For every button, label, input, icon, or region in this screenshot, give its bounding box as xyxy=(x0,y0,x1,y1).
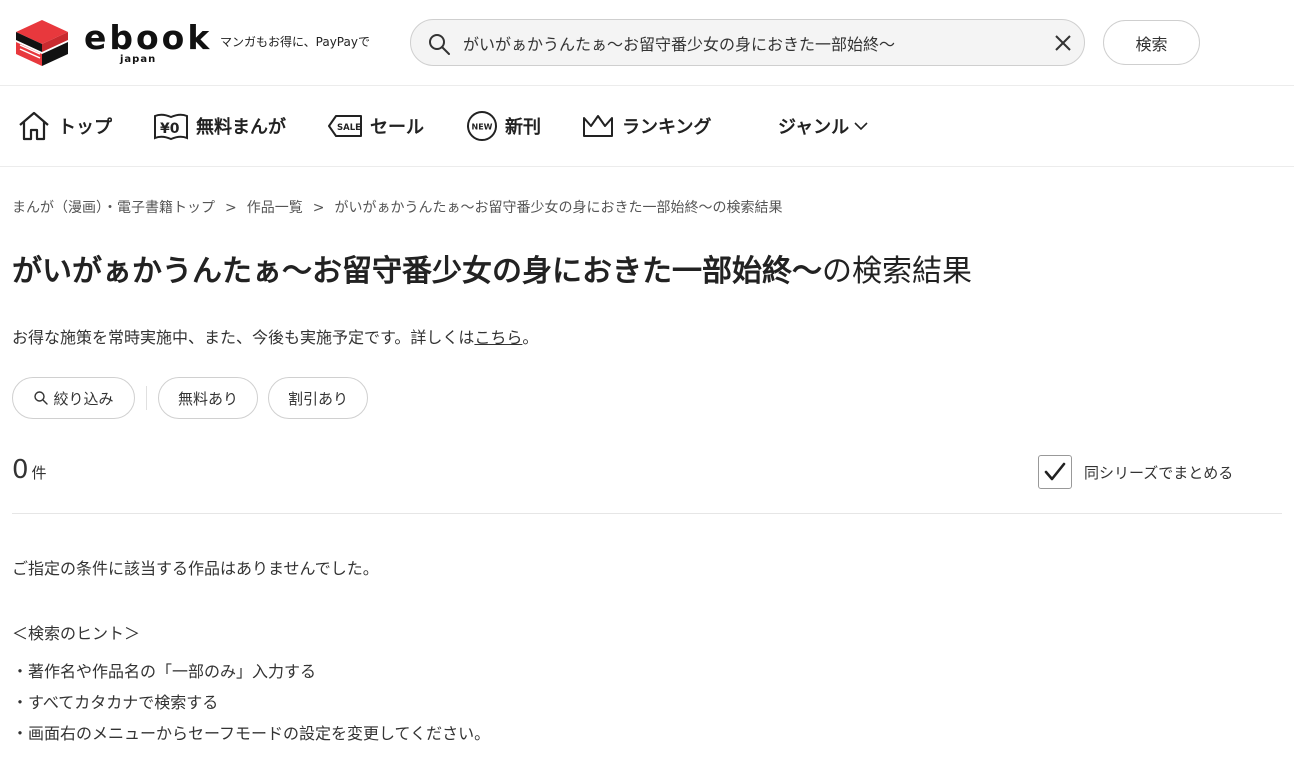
nav-item-genre[interactable]: ジャンル xyxy=(778,108,869,144)
search-icon xyxy=(34,391,49,405)
hint-item: ・著作名や作品名の「一部のみ」入力する xyxy=(12,662,317,681)
checkmark-icon xyxy=(1044,462,1066,481)
breadcrumb-link-list[interactable]: 作品一覧 xyxy=(247,200,303,216)
nav-item-new[interactable]: NEW 新刊 xyxy=(465,108,541,144)
nav-label: 新刊 xyxy=(505,117,541,138)
notice-link[interactable]: こちら xyxy=(474,328,522,347)
nav-item-top[interactable]: トップ xyxy=(16,108,112,144)
title-suffix: の検索結果 xyxy=(822,254,972,289)
hint-item: ・すべてカタカナで検索する xyxy=(12,693,219,712)
discount-filter-chip[interactable]: 割引あり xyxy=(268,377,368,419)
logo-wordmark: ebook xyxy=(84,18,213,57)
free-filter-chip[interactable]: 無料あり xyxy=(158,377,258,419)
search-box xyxy=(410,19,1085,66)
no-result-message: ご指定の条件に該当する作品はありませんでした。 xyxy=(12,559,379,578)
svg-text:NEW: NEW xyxy=(472,123,493,132)
header-tagline: マンガもお得に、PayPayで xyxy=(220,35,370,49)
nav-item-free[interactable]: ¥0 無料まんが xyxy=(152,108,286,144)
svg-text:¥0: ¥0 xyxy=(160,121,180,137)
home-icon xyxy=(19,111,49,141)
breadcrumb-separator: > xyxy=(225,200,237,216)
sale-tag-icon: SALE xyxy=(328,115,362,137)
nav-item-ranking[interactable]: ランキング xyxy=(580,108,711,144)
hint-title: ＜検索のヒント＞ xyxy=(12,624,141,643)
nav-item-sale[interactable]: SALE セール xyxy=(326,108,424,144)
notice-end: 。 xyxy=(522,328,539,347)
result-count-number: 0 xyxy=(12,455,29,485)
breadcrumb-separator: > xyxy=(312,200,325,216)
campaign-notice: お得な施策を常時実施中、また、今後も実施予定です。詳しくはこちら。 xyxy=(12,324,538,348)
hint-item: ・画面右のメニューからセーフモードの設定を変更してください。 xyxy=(12,724,491,743)
ebookjapan-logo[interactable]: ebook japan xyxy=(14,16,209,70)
logo-subtext: japan xyxy=(120,54,157,65)
narrow-filter-button[interactable]: 絞り込み xyxy=(12,377,135,419)
crown-icon xyxy=(583,115,613,137)
breadcrumb: まんが（漫画）・電子書籍トップ > 作品一覧 > がいがぁかうんたぁ～お留守番少女の身に… xyxy=(12,197,782,217)
chip-label: 割引あり xyxy=(287,389,348,408)
series-checkbox[interactable] xyxy=(1038,455,1072,489)
search-icon xyxy=(429,34,450,55)
nav-label: トップ xyxy=(58,117,112,138)
chip-label: 無料あり xyxy=(177,389,238,408)
new-badge-icon: NEW xyxy=(467,111,497,141)
breadcrumb-current: がいがぁかうんたぁ～お留守番少女の身におきた一部始終～の検索結果 xyxy=(334,200,783,216)
free-yen-icon: ¥0 xyxy=(154,113,188,141)
chip-label: 絞り込み xyxy=(53,389,114,408)
nav-label: セール xyxy=(370,117,424,138)
main-nav: トップ ¥0 無料まんが SALE セール NEW 新刊 ランキング ジャンル xyxy=(0,86,1294,167)
search-input[interactable] xyxy=(463,28,1043,58)
series-toggle-label: 同シリーズでまとめる xyxy=(1084,463,1234,482)
book-stack-icon xyxy=(16,20,68,66)
notice-text: お得な施策を常時実施中、また、今後も実施予定です。詳しくは xyxy=(12,328,475,347)
result-count: 0件 xyxy=(12,455,47,485)
nav-label: ランキング xyxy=(622,117,712,138)
close-icon[interactable] xyxy=(1053,33,1073,53)
title-query: がいがぁかうんたぁ～お留守番少女の身におきた一部始終～ xyxy=(12,254,822,289)
hint-list: ・著作名や作品名の「一部のみ」入力する ・すべてカタカナで検索する ・画面右のメ… xyxy=(12,656,490,749)
breadcrumb-link-top[interactable]: まんが（漫画）・電子書籍トップ xyxy=(12,200,215,216)
results-divider xyxy=(12,513,1282,514)
result-count-unit: 件 xyxy=(31,464,47,482)
svg-text:SALE: SALE xyxy=(337,123,361,133)
site-header: ebook japan マンガもお得に、PayPayで 検索 xyxy=(0,0,1294,86)
search-button[interactable]: 検索 xyxy=(1103,20,1200,65)
group-series-toggle[interactable]: 同シリーズでまとめる xyxy=(1038,455,1233,489)
page-title: がいがぁかうんたぁ～お留守番少女の身におきた一部始終～の検索結果 xyxy=(12,252,972,292)
chip-divider xyxy=(146,386,147,410)
chevron-down-icon xyxy=(854,122,868,131)
nav-label: 無料まんが xyxy=(196,117,286,138)
nav-label: ジャンル xyxy=(778,117,850,138)
